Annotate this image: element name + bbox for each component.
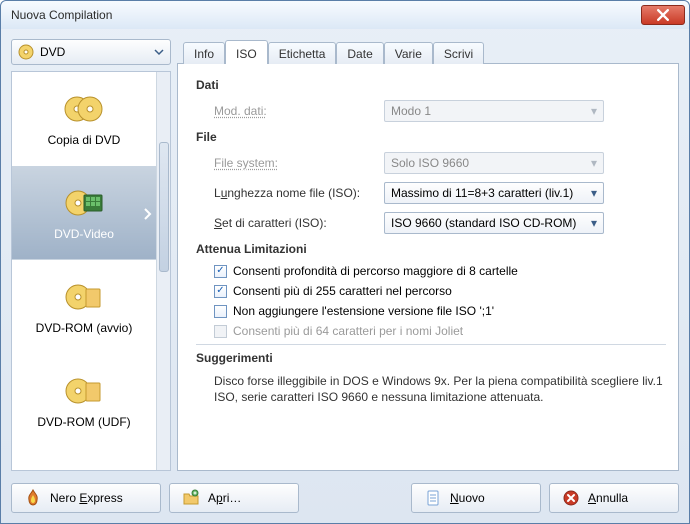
checkbox-label: Consenti più di 64 caratteri per i nomi … xyxy=(233,324,463,338)
tab-bar: Info ISO Etichetta Date Varie Scrivi xyxy=(177,39,679,63)
dvd-video-icon xyxy=(62,185,106,221)
chevron-down-icon: ▾ xyxy=(581,216,597,230)
select-value: Solo ISO 9660 xyxy=(391,156,581,170)
checkbox-label: Consenti più di 255 caratteri nel percor… xyxy=(233,284,452,298)
tab-info[interactable]: Info xyxy=(183,42,225,64)
sidebar-item-label: DVD-ROM (avvio) xyxy=(36,321,133,335)
sidebar-item-dvd-video[interactable]: DVD-Video xyxy=(12,166,156,260)
tab-content: Dati Mod. dati: Modo 1 ▾ File File syste… xyxy=(177,63,679,471)
tab-label: Etichetta xyxy=(279,47,326,61)
dvd-rom-boot-icon xyxy=(62,279,106,315)
label-charset: Set di caratteri (ISO): xyxy=(214,216,374,230)
label-filesystem: File system: xyxy=(214,156,374,170)
tab-label-tab[interactable]: Etichetta xyxy=(268,42,337,64)
chk-row-255chars: Consenti più di 255 caratteri nel percor… xyxy=(214,284,666,298)
row-charset: Set di caratteri (ISO): ISO 9660 (standa… xyxy=(214,212,666,234)
dialog-footer: Nero Express Apri… Nuovo Annulla xyxy=(1,481,689,523)
row-data-mode: Mod. dati: Modo 1 ▾ xyxy=(214,100,666,122)
left-column: DVD Copia di DVD xyxy=(11,39,171,471)
tab-label: Date xyxy=(347,47,372,61)
select-filename-length[interactable]: Massimo di 11=8+3 caratteri (liv.1) ▾ xyxy=(384,182,604,204)
disc-type-label: DVD xyxy=(40,45,65,59)
window-title: Nuova Compilation xyxy=(11,8,641,22)
disc-type-select[interactable]: DVD xyxy=(11,39,171,65)
select-value: ISO 9660 (standard ISO CD-ROM) xyxy=(391,216,581,230)
cancel-button[interactable]: Annulla xyxy=(549,483,679,513)
dvd-rom-udf-icon xyxy=(62,373,106,409)
dialog-window: Nuova Compilation DVD xyxy=(0,0,690,524)
nero-express-button[interactable]: Nero Express xyxy=(11,483,161,513)
checkbox-255-chars[interactable] xyxy=(214,285,227,298)
checkbox-version-ext[interactable] xyxy=(214,305,227,318)
row-filesystem: File system: Solo ISO 9660 ▾ xyxy=(214,152,666,174)
checkbox-joliet-64 xyxy=(214,325,227,338)
main-panel: Info ISO Etichetta Date Varie Scrivi Dat… xyxy=(177,39,679,471)
sidebar-item-dvd-rom-udf[interactable]: DVD-ROM (UDF) xyxy=(12,354,156,448)
button-text: Annulla xyxy=(588,491,628,505)
sidebar-item-dvd-rom-boot[interactable]: DVD-ROM (avvio) xyxy=(12,260,156,354)
dialog-body: DVD Copia di DVD xyxy=(1,29,689,481)
flame-icon xyxy=(24,489,42,507)
tab-dates[interactable]: Date xyxy=(336,42,383,64)
select-value: Massimo di 11=8+3 caratteri (liv.1) xyxy=(391,186,581,200)
checkbox-path-depth[interactable] xyxy=(214,265,227,278)
template-items: Copia di DVD DVD-Video xyxy=(12,72,156,470)
close-icon xyxy=(657,9,669,21)
chk-row-joliet64: Consenti più di 64 caratteri per i nomi … xyxy=(214,324,666,338)
checkbox-label: Consenti profondità di percorso maggiore… xyxy=(233,264,518,278)
label-filename-length: Lunghezza nome file (ISO): xyxy=(214,186,374,200)
divider xyxy=(196,344,666,345)
section-file-heading: File xyxy=(196,130,666,144)
sidebar-item-label: DVD-ROM (UDF) xyxy=(37,415,130,429)
chk-row-depth: Consenti profondità di percorso maggiore… xyxy=(214,264,666,278)
scrollbar-thumb[interactable] xyxy=(159,142,169,272)
titlebar: Nuova Compilation xyxy=(1,1,689,29)
new-document-icon xyxy=(424,489,442,507)
button-text: Apri… xyxy=(208,491,241,505)
tab-misc[interactable]: Varie xyxy=(384,42,433,64)
button-text: Nuovo xyxy=(450,491,485,505)
button-text: Nero Express xyxy=(50,491,123,505)
sidebar-item-copy-dvd[interactable]: Copia di DVD xyxy=(12,72,156,166)
close-button[interactable] xyxy=(641,5,685,25)
folder-open-icon xyxy=(182,489,200,507)
tab-label: Varie xyxy=(395,47,422,61)
section-limits-heading: Attenua Limitazioni xyxy=(196,242,666,256)
section-data-heading: Dati xyxy=(196,78,666,92)
chevron-down-icon: ▾ xyxy=(581,186,597,200)
chevron-down-icon: ▾ xyxy=(581,104,597,118)
tab-label: ISO xyxy=(236,47,257,61)
tab-iso[interactable]: ISO xyxy=(225,40,268,64)
cancel-icon xyxy=(562,489,580,507)
section-hints-heading: Suggerimenti xyxy=(196,351,666,365)
tab-burn[interactable]: Scrivi xyxy=(433,42,484,64)
row-filename-length: Lunghezza nome file (ISO): Massimo di 11… xyxy=(214,182,666,204)
select-data-mode: Modo 1 ▾ xyxy=(384,100,604,122)
sidebar-scrollbar[interactable] xyxy=(156,72,170,470)
copy-dvd-icon xyxy=(62,91,106,127)
new-button[interactable]: Nuovo xyxy=(411,483,541,513)
hint-text: Disco forse illeggibile in DOS e Windows… xyxy=(214,373,666,405)
select-charset[interactable]: ISO 9660 (standard ISO CD-ROM) ▾ xyxy=(384,212,604,234)
label-data-mode: Mod. dati: xyxy=(214,104,374,118)
chevron-down-icon xyxy=(154,47,164,57)
disc-icon xyxy=(18,44,34,60)
chevron-right-icon xyxy=(144,208,152,220)
select-filesystem: Solo ISO 9660 ▾ xyxy=(384,152,604,174)
select-value: Modo 1 xyxy=(391,104,581,118)
checkbox-label: Non aggiungere l'estensione versione fil… xyxy=(233,304,494,318)
sidebar-item-label: Copia di DVD xyxy=(48,133,121,147)
open-button[interactable]: Apri… xyxy=(169,483,299,513)
chevron-down-icon: ▾ xyxy=(581,156,597,170)
chk-row-version-ext: Non aggiungere l'estensione versione fil… xyxy=(214,304,666,318)
sidebar-item-label: DVD-Video xyxy=(54,227,114,241)
tab-label: Scrivi xyxy=(444,47,473,61)
tab-label: Info xyxy=(194,47,214,61)
template-list: Copia di DVD DVD-Video xyxy=(11,71,171,471)
